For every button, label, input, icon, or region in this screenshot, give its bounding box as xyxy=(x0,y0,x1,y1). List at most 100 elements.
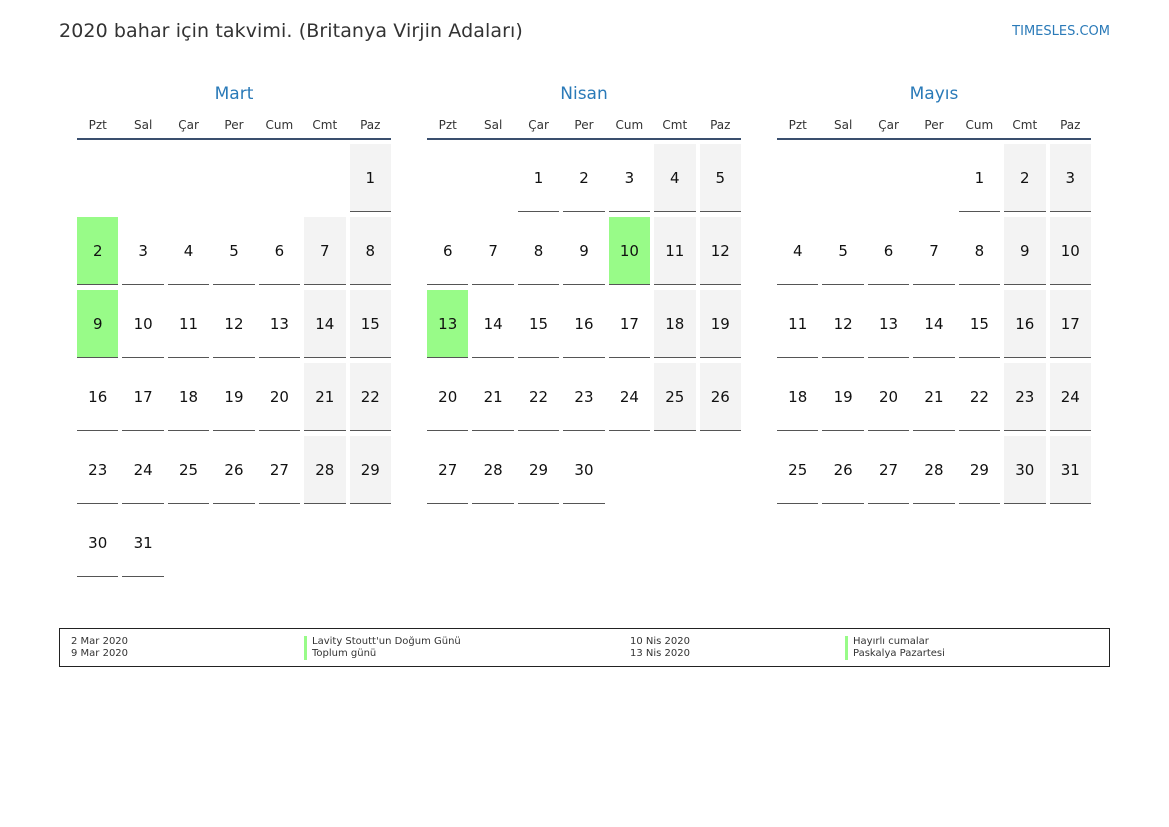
day-cell[interactable]: 22 xyxy=(349,363,391,431)
day-cell[interactable]: 16 xyxy=(563,290,605,358)
day-cell[interactable]: 12 xyxy=(822,290,864,358)
day-cell[interactable]: 17 xyxy=(1049,290,1091,358)
day-cell[interactable]: 13 xyxy=(867,290,910,358)
day-cell[interactable]: 28 xyxy=(304,436,346,504)
day-cell[interactable]: 14 xyxy=(304,290,346,358)
day-cell[interactable]: 17 xyxy=(608,290,651,358)
day-cell[interactable]: 5 xyxy=(822,217,864,285)
day-cell[interactable]: 27 xyxy=(867,436,910,504)
day-cell[interactable]: 30 xyxy=(1004,436,1046,504)
day-cell[interactable]: 11 xyxy=(167,290,210,358)
day-cell[interactable]: 6 xyxy=(867,217,910,285)
day-cell[interactable]: 10 xyxy=(122,290,164,358)
day-cell[interactable]: 26 xyxy=(699,363,741,431)
day-cell[interactable]: 19 xyxy=(699,290,741,358)
legend-names-col-2: Hayırlı cumalar Paskalya Pazartesi xyxy=(845,636,945,660)
day-cell[interactable]: 29 xyxy=(517,436,560,504)
day-cell[interactable]: 1 xyxy=(349,144,391,212)
day-cell[interactable]: 21 xyxy=(913,363,955,431)
day-cell[interactable]: 15 xyxy=(349,290,391,358)
day-cell[interactable]: 7 xyxy=(472,217,514,285)
legend-holiday-name: Toplum günü xyxy=(304,648,461,660)
week-row: 20 21 22 23 24 25 26 xyxy=(427,363,741,431)
day-cell[interactable]: 18 xyxy=(777,363,819,431)
day-cell[interactable]: 28 xyxy=(472,436,514,504)
weeks-grid: 1 2 3 4 5 6 7 8 9 10 11 12 13 14 15 16 17 18 19 20 21 22 23 24 2… xyxy=(777,144,1091,504)
day-cell[interactable]: 6 xyxy=(427,217,469,285)
day-cell[interactable]: 7 xyxy=(304,217,346,285)
day-cell[interactable]: 3 xyxy=(1049,144,1091,212)
day-cell[interactable]: 30 xyxy=(563,436,605,504)
day-cell[interactable]: 19 xyxy=(822,363,864,431)
day-cell[interactable]: 2 xyxy=(563,144,605,212)
day-cell[interactable]: 4 xyxy=(167,217,210,285)
day-cell[interactable]: 2 xyxy=(1004,144,1046,212)
day-cell[interactable]: 25 xyxy=(654,363,696,431)
day-cell[interactable]: 3 xyxy=(122,217,164,285)
day-cell[interactable]: 20 xyxy=(867,363,910,431)
day-cell[interactable]: 15 xyxy=(517,290,560,358)
day-cell[interactable]: 22 xyxy=(517,363,560,431)
day-cell[interactable]: 13 xyxy=(427,290,469,358)
day-cell[interactable]: 3 xyxy=(608,144,651,212)
day-cell[interactable]: 29 xyxy=(349,436,391,504)
day-cell[interactable]: 23 xyxy=(77,436,119,504)
day-cell[interactable]: 2 xyxy=(77,217,119,285)
day-cell[interactable]: 26 xyxy=(822,436,864,504)
day-cell[interactable]: 25 xyxy=(167,436,210,504)
day-cell[interactable]: 16 xyxy=(77,363,119,431)
day-cell[interactable]: 20 xyxy=(258,363,301,431)
day-cell[interactable]: 28 xyxy=(913,436,955,504)
day-cell[interactable]: 11 xyxy=(777,290,819,358)
day-cell[interactable]: 31 xyxy=(1049,436,1091,504)
weekday-label: Sal xyxy=(133,118,153,132)
site-link[interactable]: TIMESLES.COM xyxy=(1012,24,1110,39)
day-cell[interactable]: 22 xyxy=(958,363,1001,431)
day-cell[interactable]: 21 xyxy=(472,363,514,431)
day-cell[interactable]: 5 xyxy=(213,217,255,285)
day-cell[interactable]: 1 xyxy=(958,144,1001,212)
day-cell[interactable]: 11 xyxy=(654,217,696,285)
day-cell[interactable]: 18 xyxy=(654,290,696,358)
day-cell[interactable]: 21 xyxy=(304,363,346,431)
day-cell[interactable]: 24 xyxy=(122,436,164,504)
day-cell[interactable]: 9 xyxy=(1004,217,1046,285)
day-cell[interactable]: 29 xyxy=(958,436,1001,504)
day-cell[interactable]: 6 xyxy=(258,217,301,285)
day-cell[interactable]: 14 xyxy=(472,290,514,358)
day-cell[interactable]: 9 xyxy=(77,290,119,358)
day-cell[interactable]: 14 xyxy=(913,290,955,358)
day-cell[interactable]: 27 xyxy=(427,436,469,504)
day-cell[interactable]: 8 xyxy=(958,217,1001,285)
day-cell[interactable]: 9 xyxy=(563,217,605,285)
day-cell[interactable]: 27 xyxy=(258,436,301,504)
day-cell[interactable]: 24 xyxy=(608,363,651,431)
day-cell[interactable]: 17 xyxy=(122,363,164,431)
day-cell[interactable]: 24 xyxy=(1049,363,1091,431)
day-cell[interactable]: 4 xyxy=(654,144,696,212)
day-cell[interactable]: 31 xyxy=(122,509,164,577)
day-cell[interactable]: 23 xyxy=(563,363,605,431)
day-cell[interactable]: 19 xyxy=(213,363,255,431)
day-cell[interactable]: 1 xyxy=(517,144,560,212)
day-cell[interactable]: 8 xyxy=(517,217,560,285)
day-cell[interactable]: 7 xyxy=(913,217,955,285)
weekday-label: Çar xyxy=(178,118,199,132)
day-cell[interactable]: 12 xyxy=(699,217,741,285)
day-cell[interactable]: 20 xyxy=(427,363,469,431)
empty-day-cell xyxy=(304,509,345,577)
day-cell[interactable]: 10 xyxy=(1049,217,1091,285)
day-cell[interactable]: 13 xyxy=(258,290,301,358)
day-cell[interactable]: 26 xyxy=(213,436,255,504)
day-cell[interactable]: 5 xyxy=(699,144,741,212)
day-cell[interactable]: 8 xyxy=(349,217,391,285)
day-cell[interactable]: 16 xyxy=(1004,290,1046,358)
day-cell[interactable]: 15 xyxy=(958,290,1001,358)
day-cell[interactable]: 23 xyxy=(1004,363,1046,431)
day-cell[interactable]: 4 xyxy=(777,217,819,285)
day-cell[interactable]: 25 xyxy=(777,436,819,504)
day-cell[interactable]: 30 xyxy=(77,509,119,577)
day-cell[interactable]: 18 xyxy=(167,363,210,431)
day-cell[interactable]: 12 xyxy=(213,290,255,358)
day-cell[interactable]: 10 xyxy=(608,217,651,285)
